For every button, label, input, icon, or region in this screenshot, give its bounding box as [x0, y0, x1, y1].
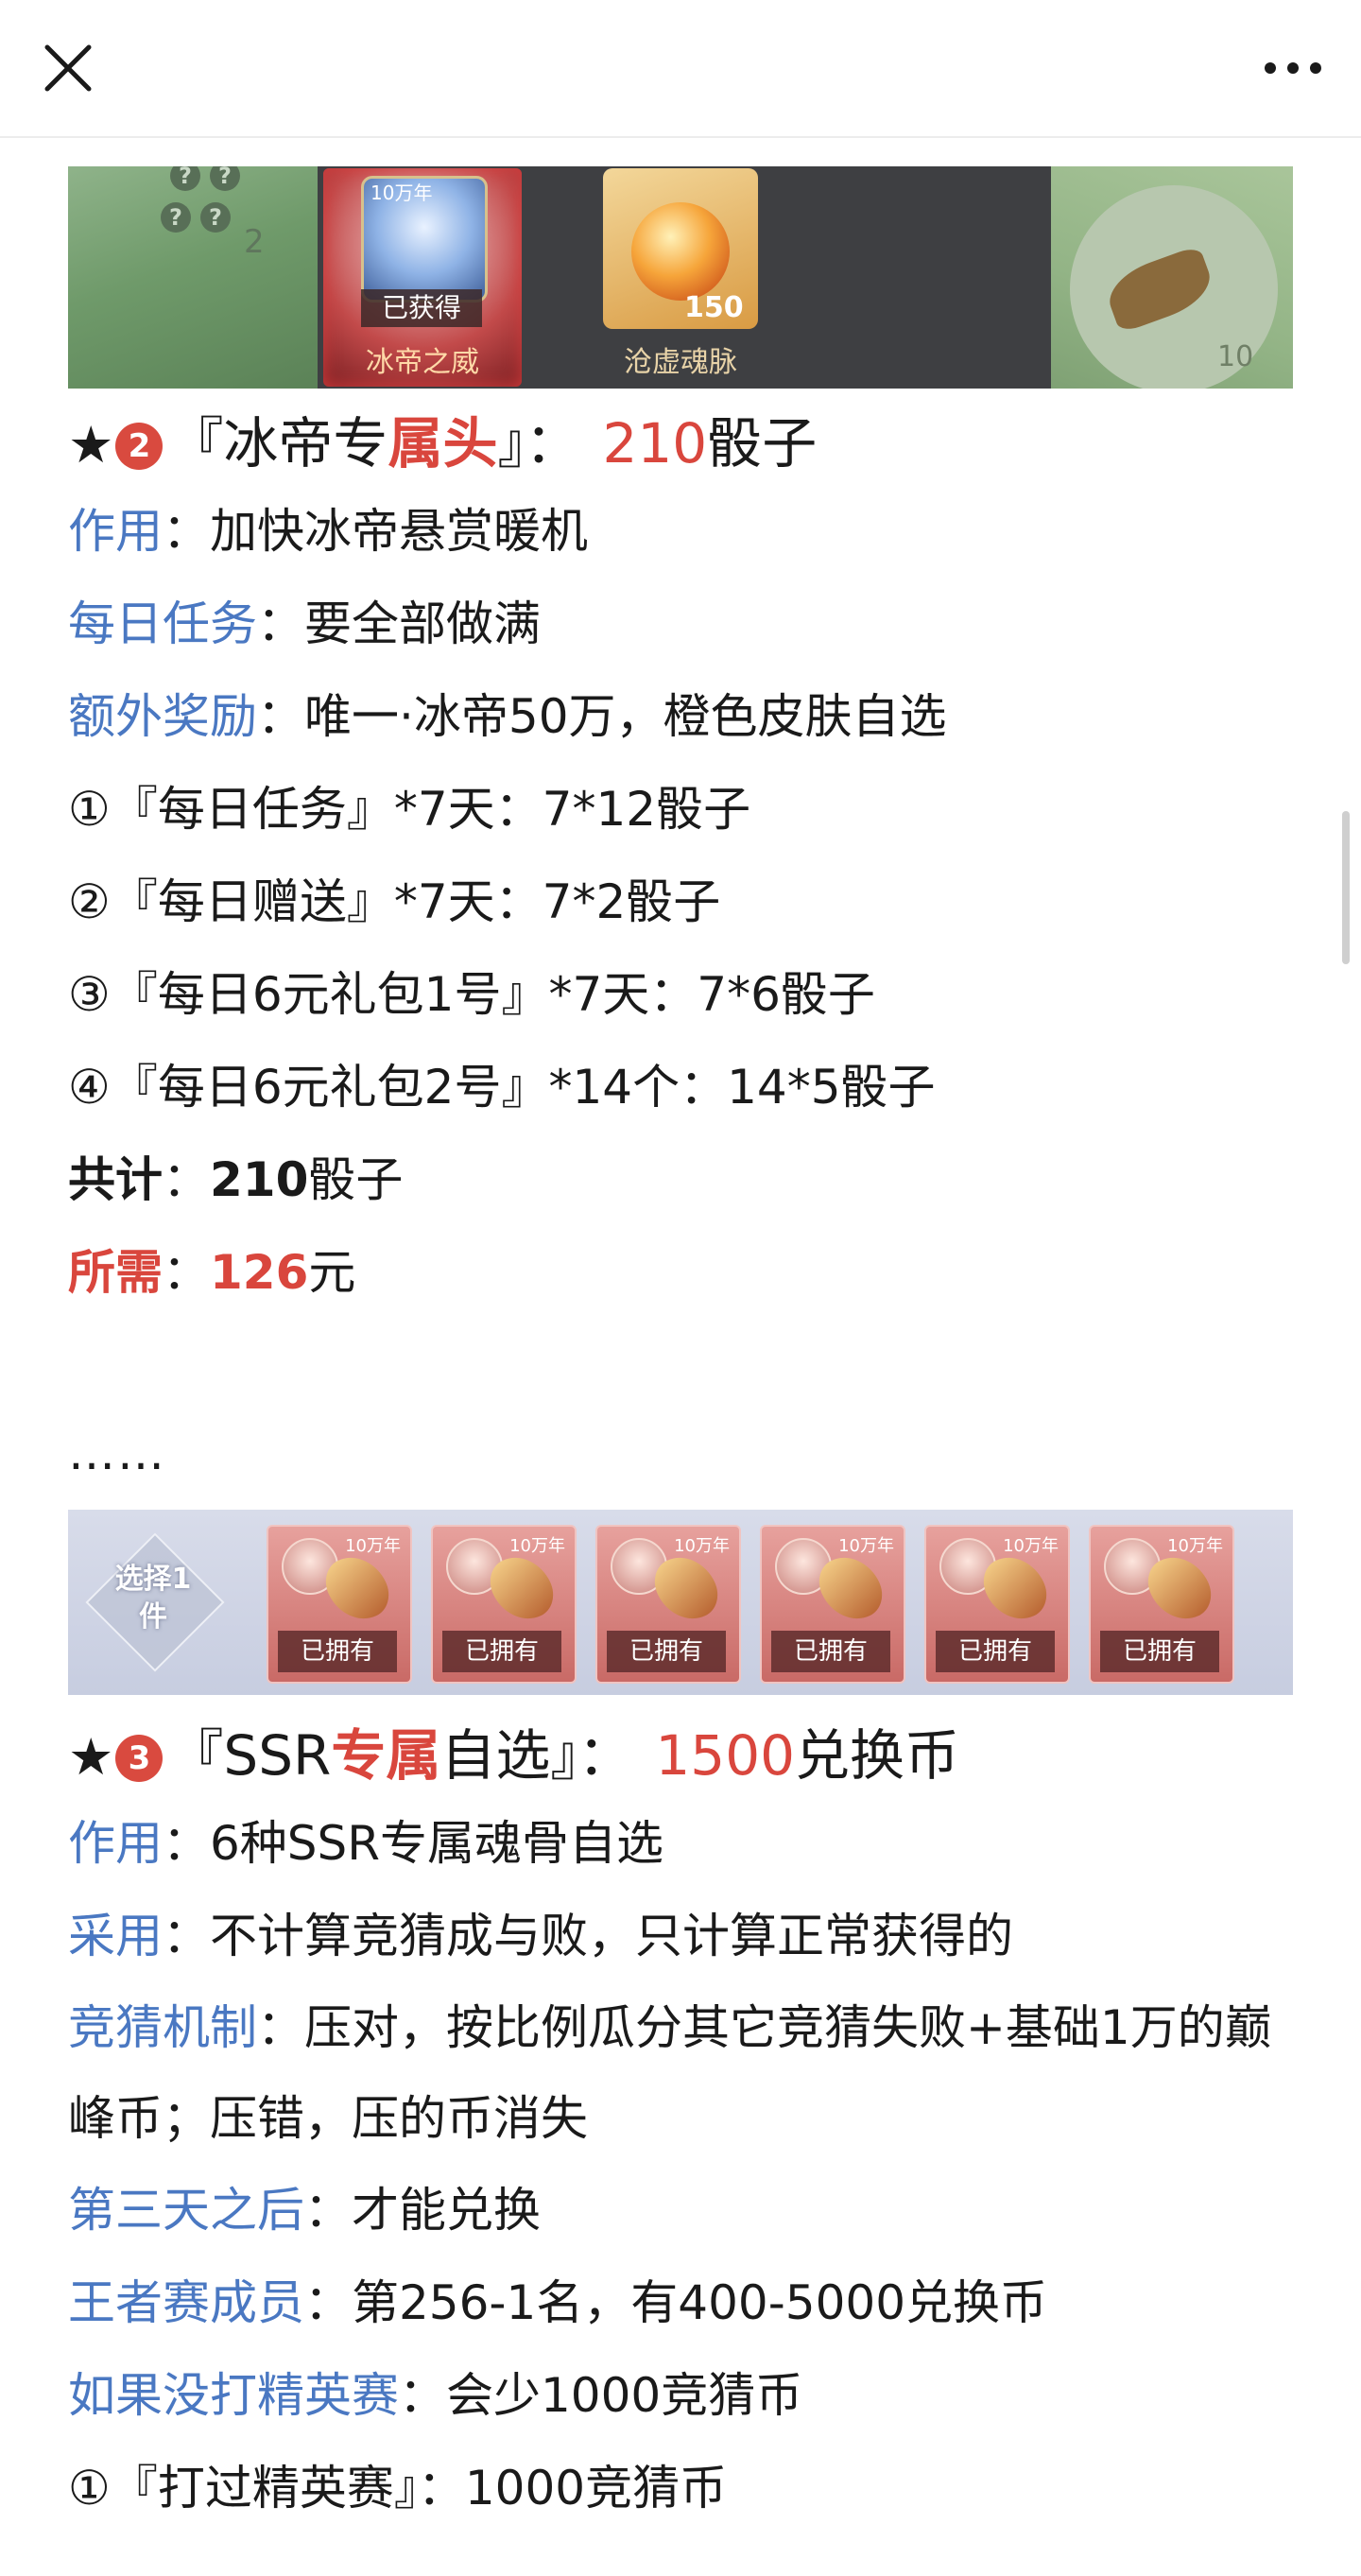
top-bar: [0, 0, 1361, 138]
owned-label: 已拥有: [607, 1631, 726, 1672]
star-icon: ★: [68, 1727, 114, 1787]
reward-card-canghu: 150 沧虚魂脉: [586, 168, 822, 387]
question-icon: ?: [170, 166, 200, 191]
section-heading-3: ★ 3 『SSR专属自选』： 1500兑换币: [68, 1723, 960, 1788]
day3-line: 第三天之后：才能兑换: [68, 2183, 541, 2238]
soul-bone-card: 10万年 已拥有: [267, 1525, 412, 1684]
reward-banner-image: ? ? ? ? 2 10万年 已获得 冰帝之威 150 沧虚魂脉 10: [68, 166, 1293, 389]
daily-task-line: 每日任务：要全部做满: [68, 596, 541, 651]
list-item: ①『打过精英赛』：1000竞猜币: [68, 2461, 728, 2515]
owned-label: 已拥有: [278, 1631, 397, 1672]
list-item: ①『每日任务』*7天：7*12骰子: [68, 782, 751, 837]
effect-line: 作用：6种SSR专属魂骨自选: [68, 1816, 664, 1871]
reward-count: 150: [684, 291, 744, 324]
obtained-label: 已获得: [361, 289, 482, 327]
list-item: ③『每日6元礼包1号』*7天：7*6骰子: [68, 967, 875, 1022]
owned-label: 已拥有: [936, 1631, 1055, 1672]
scrollbar[interactable]: [1342, 811, 1350, 964]
soul-bone-card: 10万年 已拥有: [760, 1525, 905, 1684]
close-icon: [44, 44, 92, 92]
map-tile-right: 10: [1051, 166, 1293, 389]
soul-bone-card: 10万年 已拥有: [431, 1525, 577, 1684]
guess-mechanism-line: 竞猜机制：压对，按比例瓜分其它竞猜失败+基础1万的巅峰币；压错，压的币消失: [68, 2000, 1272, 2146]
effect-line: 作用：加快冰帝悬赏暖机: [68, 504, 588, 559]
tile-number: 10: [1217, 340, 1254, 373]
cost-line: 所需：126元: [68, 1245, 356, 1300]
article-content: ? ? ? ? 2 10万年 已获得 冰帝之威 150 沧虚魂脉 10 ★ 2 『冰…: [68, 166, 1293, 2534]
owned-label: 已拥有: [442, 1631, 561, 1672]
section-heading-2: ★ 2 『冰帝专属头』： 210骰子: [68, 411, 818, 475]
tile-number: 2: [244, 223, 265, 261]
more-icon: [1265, 62, 1321, 74]
select-label: 选择1件: [114, 1563, 192, 1634]
soul-bone-card: 10万年 已拥有: [1089, 1525, 1234, 1684]
owned-label: 已拥有: [1100, 1631, 1219, 1672]
ssr-select-banner-image: 选择1件 10万年 已拥有 10万年 已拥有 10万年 已拥有 10万年 已拥有 10万…: [68, 1510, 1293, 1695]
total-line: 共计：210骰子: [68, 1152, 404, 1207]
reward-name: 沧虚魂脉: [624, 346, 737, 379]
number-badge: 2: [115, 423, 164, 470]
question-icon: ?: [210, 166, 240, 191]
number-badge: 3: [115, 1735, 164, 1782]
extra-reward-line: 额外奖励：唯一·冰帝50万，橙色皮肤自选: [68, 689, 947, 744]
soul-bone-card: 10万年 已拥有: [595, 1525, 741, 1684]
reward-name: 冰帝之威: [366, 346, 479, 379]
king-member-line: 王者赛成员：第256-1名，有400-5000兑换币: [68, 2275, 1048, 2330]
price-number: 1500: [655, 1723, 795, 1788]
more-options-button[interactable]: [1259, 34, 1327, 102]
question-icon: ?: [161, 202, 191, 233]
list-item: ④『每日6元礼包2号』*14个：14*5骰子: [68, 1060, 936, 1115]
question-icon: ?: [200, 202, 231, 233]
star-icon: ★: [68, 415, 114, 475]
close-button[interactable]: [34, 34, 102, 102]
elite-line: 如果没打精英赛：会少1000竞猜币: [68, 2368, 803, 2423]
ellipsis-text: ……: [68, 1426, 166, 1480]
list-item: ②『每日赠送』*7天：7*2骰子: [68, 874, 721, 929]
owned-label: 已拥有: [771, 1631, 890, 1672]
reward-card-bingdi: 10万年 已获得 冰帝之威: [323, 168, 522, 387]
soul-bone-card: 10万年 已拥有: [924, 1525, 1070, 1684]
adopt-line: 采用：不计算竞猜成与败，只计算正常获得的: [68, 1909, 1013, 1963]
map-tile-left: ? ? ? ? 2: [68, 166, 318, 389]
fire-orb-icon: [631, 202, 730, 301]
age-tag: 10万年: [370, 182, 433, 204]
price-number: 210: [602, 411, 708, 475]
